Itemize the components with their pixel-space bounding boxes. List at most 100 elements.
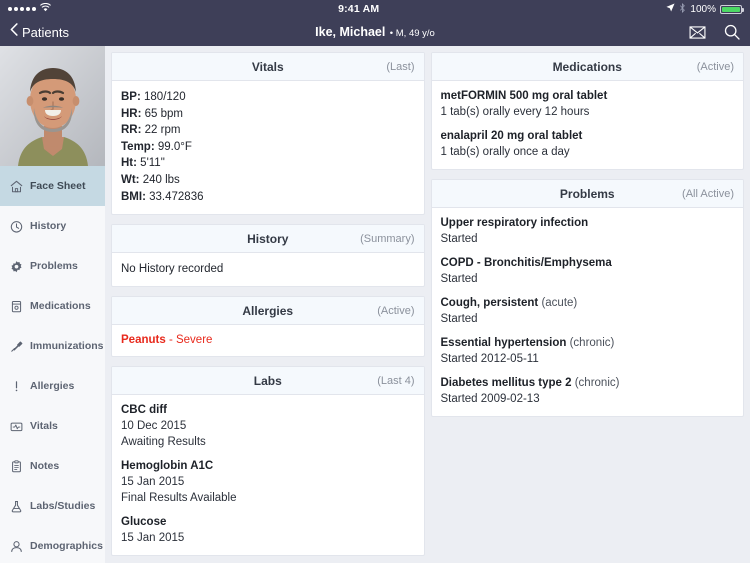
- lab-entry: Hemoglobin A1C 15 Jan 2015 Final Results…: [121, 459, 415, 506]
- medication-sig: 1 tab(s) orally every 12 hours: [440, 106, 590, 118]
- panel-qualifier: (Last): [386, 60, 415, 73]
- allergies-panel: Allergies (Active) Peanuts - Severe: [111, 296, 425, 358]
- allergy-name: Peanuts: [121, 334, 166, 347]
- lab-entry: CBC diff 10 Dec 2015 Awaiting Results: [121, 403, 415, 450]
- labs-panel-body: CBC diff 10 Dec 2015 Awaiting Results He…: [112, 395, 424, 555]
- history-panel-body: No History recorded: [112, 253, 424, 286]
- status-bar: 9:41 AM 100%: [0, 0, 750, 18]
- problem-name: Diabetes mellitus type 2: [440, 377, 572, 389]
- patient-photo: [0, 46, 105, 166]
- envelope-icon[interactable]: [689, 25, 706, 39]
- vitals-panel-header: Vitals (Last): [112, 53, 424, 81]
- problem-entry: Cough, persistent (acute) Started: [441, 296, 735, 327]
- problem-started: Started: [440, 313, 478, 325]
- sidebar-item-allergies[interactable]: Allergies: [0, 366, 105, 406]
- patient-title: Ike, Michael • M, 49 y/o: [0, 23, 750, 41]
- sidebar-item-history[interactable]: History: [0, 206, 105, 246]
- right-column: Medications (Active) metFORMIN 500 mg or…: [430, 52, 744, 557]
- sidebar-item-label: Notes: [30, 460, 60, 472]
- lab-entry: Glucose 15 Jan 2015: [121, 515, 415, 546]
- left-column: Vitals (Last) BP: 180/120 HR: 65 bpm RR:…: [111, 52, 425, 557]
- sidebar-item-label: Medications: [30, 300, 91, 312]
- problem-entry: Upper respiratory infection Started: [441, 216, 735, 247]
- flask-icon: [9, 500, 23, 513]
- sidebar-item-label: Face Sheet: [30, 180, 86, 192]
- home-icon: [9, 180, 23, 193]
- problem-entry: COPD - Bronchitis/Emphysema Started: [441, 256, 735, 287]
- search-icon[interactable]: [724, 24, 740, 40]
- medication-entry: metFORMIN 500 mg oral tablet 1 tab(s) or…: [441, 89, 735, 120]
- sidebar-item-face-sheet[interactable]: Face Sheet: [0, 166, 105, 206]
- nav-bar: Patients Ike, Michael • M, 49 y/o: [0, 18, 750, 46]
- sidebar-item-label: Allergies: [30, 380, 75, 392]
- sidebar-item-vitals[interactable]: Vitals: [0, 406, 105, 446]
- medication-name: metFORMIN 500 mg oral tablet: [440, 90, 608, 102]
- patient-name: Ike, Michael: [315, 25, 386, 39]
- medication-sig: 1 tab(s) orally once a day: [440, 146, 570, 158]
- person-icon: [9, 540, 23, 553]
- sidebar-item-label: Demographics: [30, 540, 103, 552]
- main-body: Face Sheet History Problems Medications: [0, 46, 750, 563]
- medications-panel: Medications (Active) metFORMIN 500 mg or…: [430, 52, 744, 170]
- bluetooth-icon: [679, 2, 686, 16]
- clock-icon: [9, 220, 23, 233]
- allergy-item: Peanuts - Severe: [121, 333, 415, 347]
- app-screen: 9:41 AM 100% Patients Ike, Michael • M, …: [0, 0, 750, 563]
- sidebar-item-demographics[interactable]: Demographics: [0, 526, 105, 563]
- allergies-panel-body: Peanuts - Severe: [112, 325, 424, 356]
- vitals-panel-body: BP: 180/120 HR: 65 bpm RR: 22 rpm Temp: …: [112, 81, 424, 214]
- vitals-panel: Vitals (Last) BP: 180/120 HR: 65 bpm RR:…: [111, 52, 425, 216]
- status-time: 9:41 AM: [338, 3, 380, 15]
- problems-panel-header: Problems (All Active): [431, 180, 743, 208]
- problems-panel: Problems (All Active) Upper respiratory …: [430, 179, 744, 417]
- allergies-panel-header: Allergies (Active): [112, 297, 424, 326]
- problem-name: Essential hypertension: [440, 337, 567, 349]
- problem-qualifier: (chronic): [571, 377, 620, 389]
- lab-name: Hemoglobin A1C: [121, 460, 214, 473]
- sidebar-item-label: Labs/Studies: [30, 500, 96, 512]
- allergy-severity: Severe: [175, 334, 213, 347]
- panel-title: Vitals: [251, 59, 284, 74]
- allergy-separator: -: [165, 334, 176, 347]
- pill-bottle-icon: [9, 300, 23, 313]
- problem-started: Started 2012-05-11: [440, 353, 539, 365]
- clipboard-icon: [9, 459, 23, 473]
- lab-date: 10 Dec 2015: [121, 420, 187, 433]
- patient-meta: • M, 49 y/o: [389, 28, 435, 39]
- sidebar-item-label: History: [30, 220, 67, 232]
- exclamation-icon: [9, 380, 23, 393]
- vitals-monitor-icon: [9, 420, 23, 433]
- vital-row: RR: 22 rpm: [121, 124, 181, 137]
- lab-date: 15 Jan 2015: [121, 532, 185, 545]
- problem-name: Cough, persistent: [440, 297, 539, 309]
- lab-name: Glucose: [121, 516, 167, 529]
- sidebar-item-notes[interactable]: Notes: [0, 446, 105, 486]
- syringe-icon: [9, 340, 23, 353]
- problem-qualifier: (acute): [538, 297, 578, 309]
- problem-qualifier: (chronic): [566, 337, 615, 349]
- lab-date: 15 Jan 2015: [121, 476, 185, 489]
- problem-name: COPD - Bronchitis/Emphysema: [440, 257, 612, 269]
- history-empty-text: No History recorded: [121, 263, 224, 276]
- panel-qualifier: (Summary): [360, 232, 415, 245]
- gear-icon: [9, 260, 23, 273]
- back-to-patients-button[interactable]: Patients: [10, 23, 69, 41]
- location-arrow-icon: [666, 3, 675, 15]
- vital-row: Temp: 99.0°F: [121, 140, 192, 153]
- panel-qualifier: (All Active): [682, 187, 734, 200]
- wifi-icon: [40, 2, 51, 15]
- sidebar-item-labs-studies[interactable]: Labs/Studies: [0, 486, 105, 526]
- history-panel: History (Summary) No History recorded: [111, 224, 425, 288]
- sidebar-item-label: Immunizations: [30, 340, 104, 352]
- sidebar-item-immunizations[interactable]: Immunizations: [0, 326, 105, 366]
- problem-started: Started 2009-02-13: [440, 393, 540, 405]
- vital-row: HR: 65 bpm: [121, 107, 184, 120]
- vital-row: BP: 180/120: [121, 91, 186, 103]
- sidebar-item-problems[interactable]: Problems: [0, 246, 105, 286]
- problem-name: Upper respiratory infection: [440, 217, 589, 229]
- sidebar-item-medications[interactable]: Medications: [0, 286, 105, 326]
- problem-entry: Essential hypertension (chronic) Started…: [441, 336, 735, 367]
- lab-status: Final Results Available: [121, 492, 237, 505]
- vital-row: Ht: 5'11": [121, 157, 165, 170]
- vital-row: Wt: 240 lbs: [121, 173, 180, 186]
